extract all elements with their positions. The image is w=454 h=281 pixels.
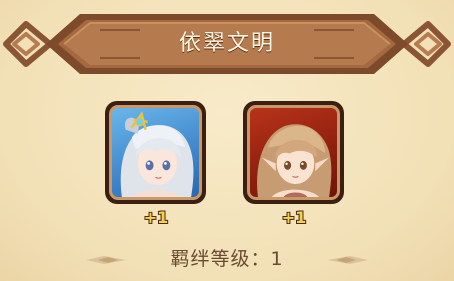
bond-bonus-label: +1 <box>281 208 307 227</box>
card-frame <box>109 105 202 200</box>
card-frame <box>247 105 340 200</box>
character-card-brown-hair[interactable] <box>243 101 344 204</box>
silver-hair-portrait <box>120 111 194 197</box>
brown-hair-portrait <box>257 124 332 197</box>
bond-bonus-label: +1 <box>143 208 169 227</box>
bond-level-row: 羁绊等级：1 <box>0 244 454 274</box>
bond-level-text: 羁绊等级：1 <box>0 244 454 274</box>
bond-level-label: 羁绊等级： <box>170 248 271 270</box>
bond-level-value: 1 <box>270 248 284 270</box>
character-card-silver-hair[interactable] <box>105 101 206 204</box>
banner-title: 依翠文明 <box>178 31 275 56</box>
title-banner: 依翠文明 <box>0 0 454 90</box>
